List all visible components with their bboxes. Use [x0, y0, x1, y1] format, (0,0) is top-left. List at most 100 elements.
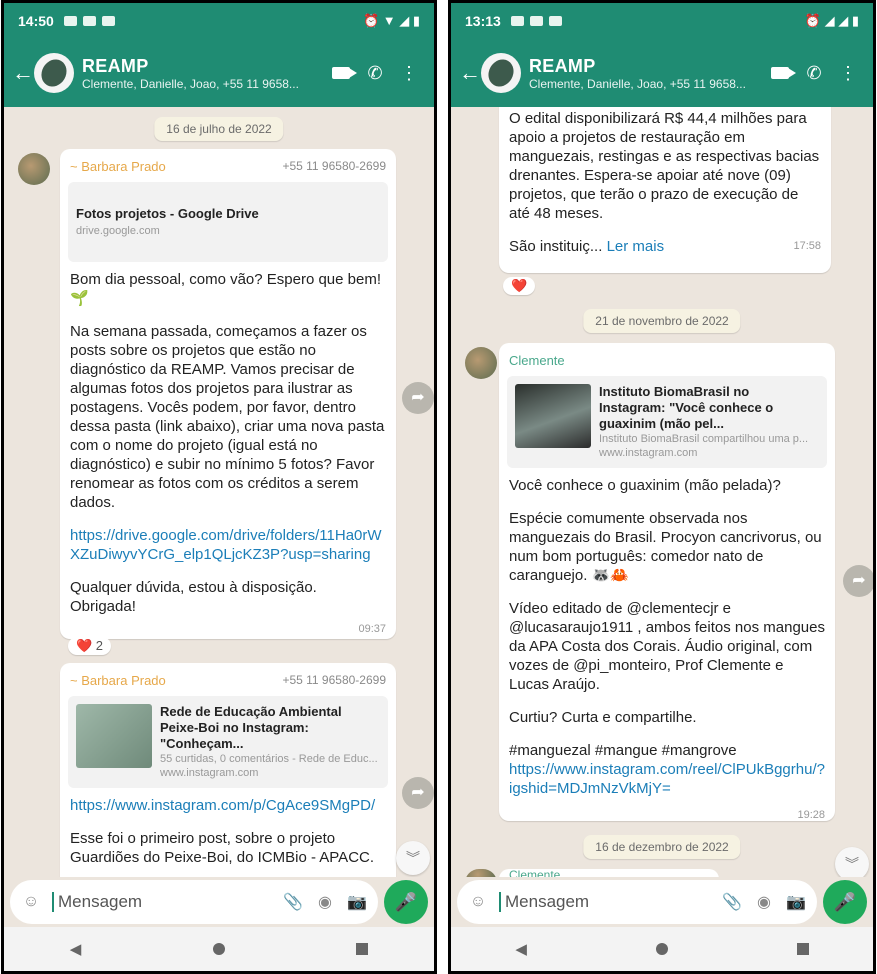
- camera-icon[interactable]: 📷: [785, 892, 807, 912]
- video-call-icon[interactable]: [324, 63, 358, 84]
- nav-recents-icon[interactable]: [356, 943, 369, 955]
- message-list[interactable]: O edital disponibilizará R$ 44,4 milhões…: [451, 107, 873, 877]
- nav-back-icon[interactable]: ◀: [70, 940, 82, 958]
- sender-name[interactable]: Clemente: [509, 869, 709, 877]
- reaction-badge[interactable]: ❤️: [503, 277, 536, 295]
- chat-title-block[interactable]: REAMP Clemente, Danielle, Joao, +55 11 9…: [529, 56, 763, 91]
- group-name: REAMP: [82, 55, 149, 76]
- attach-icon[interactable]: 📎: [282, 892, 304, 912]
- chat-header: ← REAMP Clemente, Danielle, Joao, +55 11…: [4, 39, 434, 107]
- more-vert-icon[interactable]: ⋮: [392, 63, 426, 84]
- sender-line: ~ Barbara Prado +55 11 96580-2699: [70, 671, 386, 690]
- sender-avatar[interactable]: [18, 153, 50, 185]
- nav-back-icon[interactable]: ◀: [515, 940, 527, 958]
- date-chip: 16 de julho de 2022: [154, 117, 284, 141]
- nav-home-icon[interactable]: [655, 943, 668, 955]
- message-text: Qualquer dúvida, estou à disposição. Obr…: [70, 579, 317, 615]
- message-text: Vídeo editado de @clementecjr e @lucasar…: [509, 600, 825, 693]
- status-time: 13:13: [465, 13, 501, 29]
- video-call-icon[interactable]: [763, 63, 797, 84]
- chat-title-block[interactable]: REAMP Clemente, Danielle, Joao, +55 11 9…: [82, 56, 324, 91]
- camera-icon[interactable]: 📷: [346, 892, 368, 912]
- message-text: Você conhece o guaxinim (mão pelada)?: [509, 477, 781, 494]
- group-avatar[interactable]: [481, 53, 521, 93]
- forward-icon[interactable]: ➦: [402, 382, 434, 414]
- message-time: 17:58: [793, 240, 821, 252]
- message-bubble[interactable]: O edital disponibilizará R$ 44,4 milhões…: [499, 107, 831, 273]
- message-bubble[interactable]: Clemente Instituto BiomaBrasil no Instag…: [499, 343, 835, 821]
- link-preview-title: Fotos projetos - Google Drive: [76, 206, 259, 221]
- link-preview-domain: drive.google.com: [76, 225, 160, 237]
- message-input-box[interactable]: ☺ Mensagem 📎 ◉ 📷: [10, 880, 378, 924]
- link-preview[interactable]: Fotos projetos - Google Drive drive.goog…: [68, 182, 388, 262]
- sender-avatar[interactable]: [465, 869, 497, 877]
- date-chip: 21 de novembro de 2022: [583, 309, 741, 333]
- nav-home-icon[interactable]: [212, 943, 225, 955]
- phone-call-icon[interactable]: ✆: [797, 63, 831, 84]
- scroll-down-icon[interactable]: ︾: [835, 847, 869, 877]
- android-nav-bar: ◀: [4, 927, 434, 971]
- message-link[interactable]: https://drive.google.com/drive/folders/1…: [70, 527, 382, 563]
- chat-header: ← REAMP Clemente, Danielle, Joao, +55 11…: [451, 39, 873, 107]
- message-text: Esse foi o primeiro post, sobre o projet…: [70, 830, 375, 866]
- notification-icons: [63, 16, 115, 26]
- read-more-link[interactable]: Ler mais: [607, 238, 665, 255]
- sender-avatar[interactable]: [465, 347, 497, 379]
- date-chip: 16 de dezembro de 2022: [583, 835, 741, 859]
- status-bar: 13:13 ⏰ ◢ ◢ ▮: [451, 3, 873, 39]
- sender-name[interactable]: Clemente: [509, 351, 565, 370]
- message-text-truncated: São instituiç...: [509, 238, 603, 255]
- message-link[interactable]: https://www.instagram.com/reel/ClPUkBggr…: [509, 761, 825, 797]
- android-nav-bar: ◀: [451, 927, 873, 971]
- phone-screen-right: 13:13 ⏰ ◢ ◢ ▮ ← REAMP Clemente, Danielle…: [448, 0, 876, 974]
- sender-line: Clemente: [509, 351, 825, 370]
- group-members: Clemente, Danielle, Joao, +55 11 9658...: [529, 76, 746, 91]
- sender-name[interactable]: ~ Barbara Prado: [70, 671, 166, 690]
- payment-icon[interactable]: ◉: [314, 892, 336, 912]
- back-arrow-icon[interactable]: ←: [12, 60, 34, 86]
- message-input-box[interactable]: ☺ Mensagem 📎 ◉ 📷: [457, 880, 817, 924]
- group-members: Clemente, Danielle, Joao, +55 11 9658...: [82, 76, 299, 91]
- nav-recents-icon[interactable]: [796, 943, 809, 955]
- compose-bar: ☺ Mensagem 📎 ◉ 📷 🎤: [451, 877, 873, 927]
- message-text: Na semana passada, começamos a fazer os …: [70, 323, 385, 511]
- forward-icon[interactable]: ➦: [843, 565, 873, 597]
- sender-name[interactable]: ~ Barbara Prado: [70, 157, 166, 176]
- back-arrow-icon[interactable]: ←: [459, 60, 481, 86]
- message-time: 19:28: [797, 809, 825, 821]
- message-input[interactable]: Mensagem: [52, 892, 272, 912]
- phone-call-icon[interactable]: ✆: [358, 63, 392, 84]
- emoji-icon[interactable]: ☺: [20, 893, 42, 911]
- message-bubble[interactable]: Clemente: [499, 869, 719, 877]
- emoji-icon[interactable]: ☺: [467, 893, 489, 911]
- reaction-badge[interactable]: ❤️ 2: [68, 637, 112, 655]
- message-link[interactable]: https://www.instagram.com/p/CgAce9SMgPD/: [70, 797, 375, 814]
- microphone-icon[interactable]: 🎤: [823, 880, 867, 924]
- message-input[interactable]: Mensagem: [499, 892, 711, 912]
- system-icons: ⏰ ◢ ◢ ▮: [804, 13, 859, 28]
- payment-icon[interactable]: ◉: [753, 892, 775, 912]
- sender-phone: +55 11 96580-2699: [282, 673, 386, 687]
- sender-phone: +55 11 96580-2699: [282, 159, 386, 173]
- link-preview-description: Instituto BiomaBrasil compartilhou uma p…: [599, 433, 809, 445]
- notification-icons: [510, 16, 562, 26]
- link-preview-title: Rede de Educação Ambiental Peixe-Boi no …: [160, 704, 342, 751]
- link-preview[interactable]: Instituto BiomaBrasil no Instagram: "Voc…: [507, 376, 827, 468]
- link-preview-title: Instituto BiomaBrasil no Instagram: "Voc…: [599, 384, 774, 431]
- microphone-icon[interactable]: 🎤: [384, 880, 428, 924]
- scroll-down-icon[interactable]: ︾: [396, 841, 430, 875]
- more-vert-icon[interactable]: ⋮: [831, 63, 865, 84]
- system-icons: ⏰ ▼ ◢ ▮: [362, 13, 420, 28]
- link-preview-domain: www.instagram.com: [599, 447, 698, 459]
- message-text: Espécie comumente observada nos mangueza…: [509, 510, 822, 584]
- status-bar: 14:50 ⏰ ▼ ◢ ▮: [4, 3, 434, 39]
- link-preview[interactable]: Rede de Educação Ambiental Peixe-Boi no …: [68, 696, 388, 788]
- attach-icon[interactable]: 📎: [721, 892, 743, 912]
- link-preview-thumbnail: [515, 384, 591, 448]
- message-bubble[interactable]: ~ Barbara Prado +55 11 96580-2699 Rede d…: [60, 663, 396, 877]
- message-bubble[interactable]: ~ Barbara Prado +55 11 96580-2699 Fotos …: [60, 149, 396, 639]
- forward-icon[interactable]: ➦: [402, 777, 434, 809]
- message-text: Curtiu? Curta e compartilhe.: [509, 709, 697, 726]
- group-avatar[interactable]: [34, 53, 74, 93]
- message-list[interactable]: 16 de julho de 2022 ~ Barbara Prado +55 …: [4, 107, 434, 877]
